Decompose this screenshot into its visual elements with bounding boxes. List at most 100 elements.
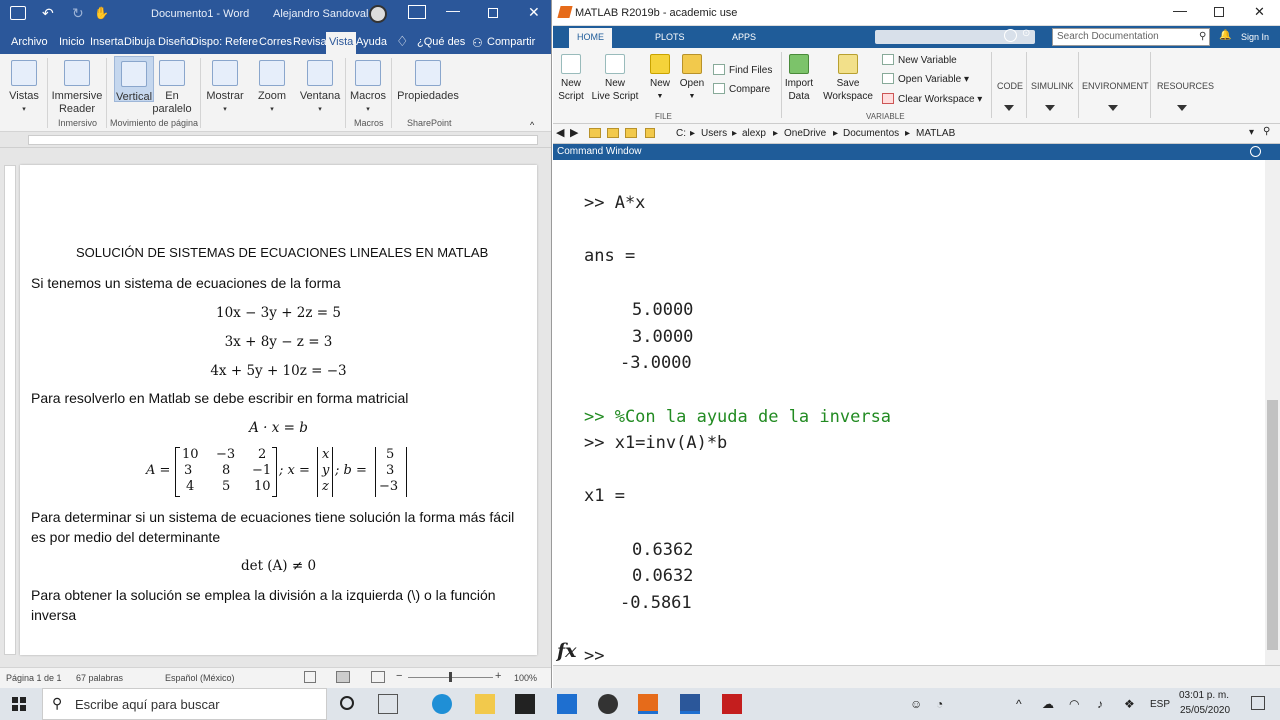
tab-insertar[interactable]: Inserta (90, 36, 124, 48)
zoom-button[interactable]: Zoom ▾ (252, 60, 292, 116)
mail-icon[interactable] (557, 694, 577, 714)
vertical-ruler[interactable] (4, 165, 16, 655)
tab-apps[interactable]: APPS (732, 32, 756, 42)
close-icon[interactable]: ✕ (1254, 4, 1265, 20)
zoom-in-icon[interactable]: + (495, 670, 501, 682)
lightbulb-icon[interactable]: ♢ (396, 33, 409, 50)
search-icon[interactable]: ⚲ (1199, 31, 1206, 42)
word-taskbar-icon[interactable] (680, 694, 700, 714)
tab-dibujar[interactable]: Dibuja (124, 36, 155, 48)
notification-icon[interactable]: 🔔 (1219, 30, 1231, 41)
immersive-reader-button[interactable]: Immersive Reader (51, 60, 103, 116)
file-explorer-icon[interactable] (475, 694, 495, 714)
dropbox-icon[interactable]: ❖ (1124, 697, 1135, 711)
tab-referencias[interactable]: Refere (225, 36, 258, 48)
path-matlab[interactable]: MATLAB (916, 128, 955, 139)
resources-expand-icon[interactable] (1177, 105, 1187, 111)
cortana-icon[interactable] (340, 696, 354, 710)
language-status[interactable]: Español (México) (165, 673, 235, 683)
sign-in-link[interactable]: Sign In (1241, 32, 1269, 42)
scrollbar-thumb[interactable] (1267, 400, 1278, 650)
open-button[interactable]: Open ▼ (679, 54, 705, 103)
propiedades-button[interactable]: Propiedades (396, 60, 460, 103)
action-center-icon[interactable] (1251, 696, 1265, 710)
taskbar-search-input[interactable]: Escribe aquí para buscar (42, 688, 327, 720)
network-icon[interactable]: ◔ (936, 697, 943, 711)
path-drive[interactable]: C: (676, 128, 686, 139)
compare-button[interactable]: Compare (713, 83, 770, 95)
web-layout-icon[interactable] (371, 671, 385, 683)
tab-home[interactable]: HOME (569, 28, 612, 48)
up-folder-icon[interactable] (589, 128, 601, 138)
command-window[interactable]: >> A*x ans = 5.0000 3.0000 -3.0000 >> %C… (553, 160, 1265, 666)
document-page[interactable]: SOLUCIÓN DE SISTEMAS DE ECUACIONES LINEA… (20, 165, 537, 655)
share-icon[interactable]: ⚇ (472, 36, 483, 50)
simulink-expand-icon[interactable] (1045, 105, 1055, 111)
tab-ayuda[interactable]: Ayuda (356, 36, 387, 48)
people-icon[interactable]: ☺ (910, 697, 922, 711)
root-folder-icon[interactable] (645, 128, 655, 138)
horizontal-ruler[interactable] (0, 132, 551, 148)
read-mode-icon[interactable] (304, 671, 316, 683)
import-data-button[interactable]: Import Data (783, 54, 815, 103)
avatar[interactable] (369, 5, 387, 23)
forward-icon[interactable]: ▶ (570, 126, 578, 139)
tab-archivo[interactable]: Archivo (11, 36, 48, 48)
matlab-taskbar-icon[interactable] (638, 694, 658, 714)
input-language[interactable]: ESP (1150, 699, 1170, 710)
tab-vista[interactable]: Vista (326, 32, 357, 54)
store-icon[interactable] (515, 694, 535, 714)
environment-expand-icon[interactable] (1108, 105, 1118, 111)
vertical-button[interactable]: Vertical (114, 56, 154, 103)
new-button[interactable]: New ▼ (647, 54, 673, 103)
tab-plots[interactable]: PLOTS (655, 32, 685, 42)
ventana-button[interactable]: Ventana ▾ (298, 60, 342, 116)
help-dropdown-icon[interactable]: ⊙ (1022, 28, 1030, 39)
side-by-side-button[interactable]: En paralelo (152, 60, 192, 116)
code-expand-icon[interactable] (1004, 105, 1014, 111)
save-icon[interactable] (10, 6, 26, 20)
help-icon[interactable] (1004, 29, 1017, 42)
clock-date[interactable]: 25/05/2020 (1180, 705, 1230, 716)
path-users[interactable]: Users (701, 128, 727, 139)
zoom-slider-thumb[interactable] (449, 672, 452, 682)
maximize-icon[interactable] (1214, 7, 1224, 17)
undo-icon[interactable]: ↶ (42, 5, 54, 22)
cw-prompt[interactable]: >> (584, 646, 604, 666)
vistas-button[interactable]: Vistas ▾ (6, 60, 42, 116)
collapse-ribbon-icon[interactable]: ^ (530, 120, 534, 130)
new-variable-button[interactable]: New Variable (882, 54, 957, 66)
onedrive-icon[interactable]: ☁ (1042, 697, 1054, 711)
edge-icon[interactable] (432, 694, 452, 714)
acrobat-icon[interactable] (722, 694, 742, 714)
minimize-icon[interactable]: — (1173, 2, 1187, 18)
path-user[interactable]: alexp (742, 128, 766, 139)
environment-section[interactable]: ENVIRONMENT (1082, 81, 1149, 91)
windows-start-icon[interactable] (12, 697, 26, 711)
browse-folder-icon[interactable] (607, 128, 619, 138)
wifi-icon[interactable]: ◠ (1069, 697, 1079, 711)
search-documentation-input[interactable]: Search Documentation (1052, 28, 1210, 46)
back-icon[interactable]: ◀ (556, 126, 564, 139)
path-documentos[interactable]: Documentos (843, 128, 899, 139)
code-section[interactable]: CODE (997, 81, 1023, 91)
mostrar-button[interactable]: Mostrar ▾ (204, 60, 246, 116)
chrome-icon[interactable] (598, 694, 618, 714)
path-dropdown-icon[interactable]: ▾ (1249, 127, 1254, 138)
volume-icon[interactable]: ♪ (1097, 697, 1103, 711)
clear-workspace-button[interactable]: Clear Workspace ▾ (882, 93, 982, 105)
new-live-script-button[interactable]: New Live Script (591, 54, 639, 103)
zoom-out-icon[interactable]: − (396, 670, 402, 682)
minimize-icon[interactable]: — (446, 2, 460, 18)
macros-button[interactable]: Macros ▾ (348, 60, 388, 116)
task-view-icon[interactable] (378, 694, 398, 714)
window-actions-icon[interactable] (1250, 146, 1261, 157)
tab-diseno[interactable]: Diseño (158, 36, 192, 48)
redo-icon[interactable]: ↻ (72, 5, 84, 22)
path-onedrive[interactable]: OneDrive (784, 128, 826, 139)
tab-disposicion[interactable]: Dispo: (191, 36, 222, 48)
tell-me-search[interactable]: ¿Qué des (417, 36, 465, 48)
touch-mode-icon[interactable]: ✋ (94, 6, 109, 20)
zoom-level[interactable]: 100% (514, 673, 537, 683)
ribbon-display-icon[interactable] (408, 5, 426, 19)
